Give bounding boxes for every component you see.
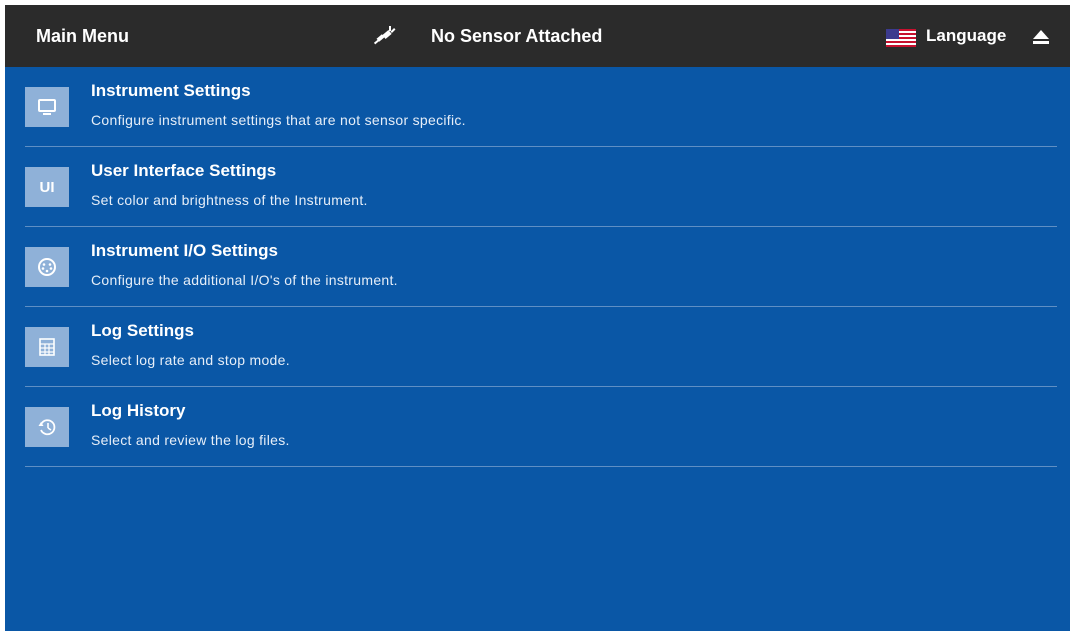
connector-icon: [25, 247, 69, 287]
sensor-status: No Sensor Attached: [431, 26, 603, 46]
settings-menu: Instrument Settings Configure instrument…: [25, 67, 1057, 467]
top-bar: Main Menu No Sensor Attached Language: [5, 5, 1070, 67]
menu-item-title: Log History: [91, 401, 186, 420]
log-grid-icon: [25, 327, 69, 367]
page-title: Main Menu: [36, 26, 129, 46]
sensor-disconnected-icon: [374, 26, 396, 45]
language-button[interactable]: Language: [926, 5, 1006, 67]
menu-item-description: Configure instrument settings that are n…: [91, 112, 466, 128]
menu-item-description: Select and review the log files.: [91, 432, 290, 448]
app-screen: Main Menu No Sensor Attached Language In…: [5, 5, 1070, 631]
history-icon: [25, 407, 69, 447]
menu-item-log-history[interactable]: Log History Select and review the log fi…: [25, 387, 1057, 467]
menu-item-title: Log Settings: [91, 321, 194, 340]
ui-icon: UI: [25, 167, 69, 207]
menu-item-instrument-settings[interactable]: Instrument Settings Configure instrument…: [25, 67, 1057, 147]
menu-item-title: User Interface Settings: [91, 161, 277, 180]
menu-item-user-interface-settings[interactable]: UI User Interface Settings Set color and…: [25, 147, 1057, 227]
eject-icon[interactable]: [1032, 29, 1050, 45]
us-flag-icon[interactable]: [886, 29, 916, 47]
menu-item-instrument-io-settings[interactable]: Instrument I/O Settings Configure the ad…: [25, 227, 1057, 307]
menu-item-description: Configure the additional I/O's of the in…: [91, 272, 398, 288]
menu-item-title: Instrument Settings: [91, 81, 251, 100]
menu-item-description: Select log rate and stop mode.: [91, 352, 290, 368]
menu-item-title: Instrument I/O Settings: [91, 241, 279, 260]
menu-item-log-settings[interactable]: Log Settings Select log rate and stop mo…: [25, 307, 1057, 387]
ui-icon-label: UI: [39, 178, 55, 196]
monitor-icon: [25, 87, 69, 127]
menu-item-description: Set color and brightness of the Instrume…: [91, 192, 368, 208]
